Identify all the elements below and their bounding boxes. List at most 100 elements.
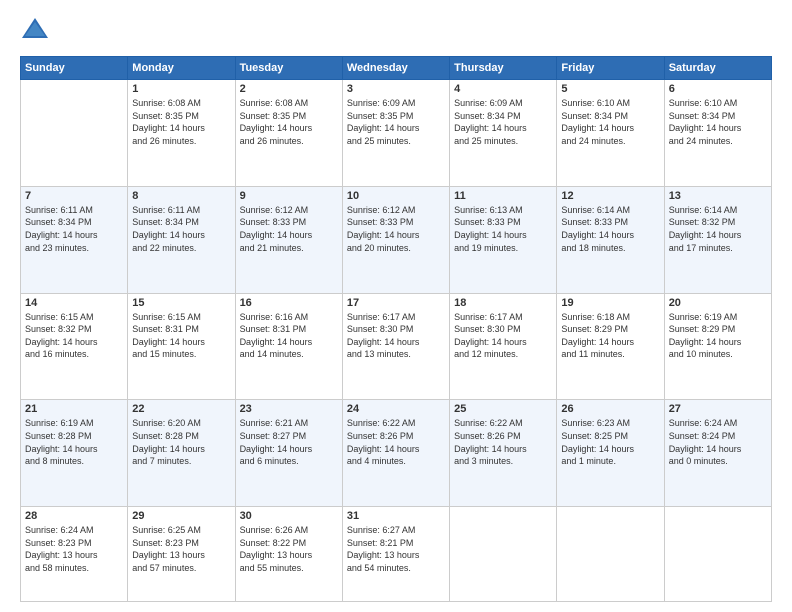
calendar-cell: 4Sunrise: 6:09 AMSunset: 8:34 PMDaylight… (450, 80, 557, 187)
calendar-cell: 28 Sunrise: 6:24 AMSunset: 8:23 PMDayligh… (21, 507, 128, 602)
cell-info-line: Daylight: 14 hours (454, 230, 527, 240)
cell-info-line: and 14 minutes. (240, 349, 304, 359)
cell-info-line: and 18 minutes. (561, 243, 625, 253)
cell-info-line: and 4 minutes. (347, 456, 406, 466)
day-number: 15 (132, 297, 230, 309)
calendar-cell: 22Sunrise: 6:20 AMSunset: 8:28 PMDayligh… (128, 400, 235, 507)
calendar-cell: 16Sunrise: 6:16 AMSunset: 8:31 PMDayligh… (235, 293, 342, 400)
cell-info-line: Sunset: 8:31 PM (240, 324, 307, 334)
cell-info-line: Sunset: 8:34 PM (561, 111, 628, 121)
day-number: 9 (240, 190, 338, 202)
calendar-week-row: 21Sunrise: 6:19 AMSunset: 8:28 PMDayligh… (21, 400, 772, 507)
day-number: 10 (347, 190, 445, 202)
calendar-cell: 1Sunrise: 6:08 AMSunset: 8:35 PMDaylight… (128, 80, 235, 187)
day-number: 11 (454, 190, 552, 202)
cell-info-line: Sunrise: 6:18 AM (561, 312, 630, 322)
cell-info-line: Sunset: 8:33 PM (561, 217, 628, 227)
cell-info-line: Daylight: 14 hours (454, 337, 527, 347)
calendar-cell (450, 507, 557, 602)
cell-info-line: Sunrise: 6:11 AM (25, 205, 93, 215)
day-number: 14 (25, 297, 123, 309)
calendar-cell: 31Sunrise: 6:27 AMSunset: 8:21 PMDayligh… (342, 507, 449, 602)
cell-info-line: and 26 minutes. (132, 136, 196, 146)
cell-info-line: Sunrise: 6:17 AM (454, 312, 523, 322)
cell-info-line: Daylight: 13 hours (132, 550, 205, 560)
cell-info-line: Daylight: 13 hours (347, 550, 420, 560)
cell-info-line: Daylight: 14 hours (240, 444, 313, 454)
calendar-cell: 5Sunrise: 6:10 AMSunset: 8:34 PMDaylight… (557, 80, 664, 187)
cell-info-line: Sunrise: 6:09 AM (347, 98, 416, 108)
calendar-cell: 9Sunrise: 6:12 AMSunset: 8:33 PMDaylight… (235, 186, 342, 293)
cell-info-line: Sunset: 8:32 PM (25, 324, 92, 334)
cell-info-line: Sunset: 8:33 PM (240, 217, 307, 227)
cell-info-line: and 23 minutes. (25, 243, 89, 253)
cell-info: Sunrise: 6:18 AMSunset: 8:29 PMDaylight:… (561, 311, 659, 361)
calendar-week-row: 7Sunrise: 6:11 AMSunset: 8:34 PMDaylight… (21, 186, 772, 293)
cell-info-line: and 25 minutes. (454, 136, 518, 146)
calendar-cell: 12Sunrise: 6:14 AMSunset: 8:33 PMDayligh… (557, 186, 664, 293)
cell-info-line: Sunset: 8:26 PM (347, 431, 414, 441)
calendar-cell: 25Sunrise: 6:22 AMSunset: 8:26 PMDayligh… (450, 400, 557, 507)
calendar-cell: 26Sunrise: 6:23 AMSunset: 8:25 PMDayligh… (557, 400, 664, 507)
day-number: 5 (561, 83, 659, 95)
cell-info-line: Sunrise: 6:10 AM (669, 98, 738, 108)
cell-info-line: and 17 minutes. (669, 243, 733, 253)
day-number: 17 (347, 297, 445, 309)
cell-info-line: Daylight: 14 hours (561, 444, 634, 454)
cell-info-line: and 7 minutes. (132, 456, 191, 466)
cell-info: Sunrise: 6:24 AMSunset: 8:23 PMDaylight:… (25, 524, 123, 574)
cell-info-line: Daylight: 14 hours (132, 337, 205, 347)
cell-info-line: Sunrise: 6:21 AM (240, 418, 309, 428)
cell-info-line: and 55 minutes. (240, 563, 304, 573)
calendar-cell (664, 507, 771, 602)
cell-info-line: Daylight: 14 hours (240, 230, 313, 240)
day-number: 6 (669, 83, 767, 95)
cell-info-line: Sunset: 8:33 PM (454, 217, 521, 227)
cell-info: Sunrise: 6:09 AMSunset: 8:35 PMDaylight:… (347, 97, 445, 147)
cell-info-line: Daylight: 14 hours (561, 337, 634, 347)
cell-info-line: Sunset: 8:34 PM (132, 217, 199, 227)
cell-info: Sunrise: 6:26 AMSunset: 8:22 PMDaylight:… (240, 524, 338, 574)
day-number: 8 (132, 190, 230, 202)
cell-info: Sunrise: 6:19 AMSunset: 8:28 PMDaylight:… (25, 417, 123, 467)
cell-info-line: and 54 minutes. (347, 563, 411, 573)
day-number: 28 (25, 510, 123, 522)
cell-info: Sunrise: 6:14 AMSunset: 8:32 PMDaylight:… (669, 204, 767, 254)
cell-info-line: Sunrise: 6:19 AM (25, 418, 94, 428)
cell-info-line: Sunrise: 6:09 AM (454, 98, 523, 108)
cell-info-line: Daylight: 14 hours (132, 230, 205, 240)
cell-info-line: Sunset: 8:30 PM (454, 324, 521, 334)
cell-info-line: Daylight: 13 hours (240, 550, 313, 560)
calendar-cell: 23Sunrise: 6:21 AMSunset: 8:27 PMDayligh… (235, 400, 342, 507)
page: SundayMondayTuesdayWednesdayThursdayFrid… (0, 0, 792, 612)
day-number: 1 (132, 83, 230, 95)
cell-info-line: and 6 minutes. (240, 456, 299, 466)
calendar-week-row: 14 Sunrise: 6:15 AMSunset: 8:32 PMDayligh… (21, 293, 772, 400)
cell-info: Sunrise: 6:15 AMSunset: 8:32 PMDaylight:… (25, 311, 123, 361)
calendar-cell: 27Sunrise: 6:24 AMSunset: 8:24 PMDayligh… (664, 400, 771, 507)
cell-info-line: Sunrise: 6:13 AM (454, 205, 523, 215)
calendar-cell: 6Sunrise: 6:10 AMSunset: 8:34 PMDaylight… (664, 80, 771, 187)
cell-info-line: Sunrise: 6:11 AM (132, 205, 200, 215)
calendar-table: SundayMondayTuesdayWednesdayThursdayFrid… (20, 56, 772, 602)
day-number: 19 (561, 297, 659, 309)
cell-info-line: and 1 minute. (561, 456, 616, 466)
day-number: 30 (240, 510, 338, 522)
day-number: 23 (240, 403, 338, 415)
cell-info-line: Sunrise: 6:17 AM (347, 312, 416, 322)
day-number: 21 (25, 403, 123, 415)
calendar-cell: 13Sunrise: 6:14 AMSunset: 8:32 PMDayligh… (664, 186, 771, 293)
cell-info-line: Sunset: 8:28 PM (132, 431, 199, 441)
calendar-cell: 14 Sunrise: 6:15 AMSunset: 8:32 PMDayligh… (21, 293, 128, 400)
cell-info: Sunrise: 6:14 AMSunset: 8:33 PMDaylight:… (561, 204, 659, 254)
cell-info-line: Sunrise: 6:23 AM (561, 418, 630, 428)
calendar-cell: 30 Sunrise: 6:26 AMSunset: 8:22 PMDayligh… (235, 507, 342, 602)
cell-info-line: Sunrise: 6:24 AM (25, 525, 94, 535)
cell-info-line: Sunrise: 6:16 AM (240, 312, 309, 322)
calendar-cell: 8 Sunrise: 6:11 AM Sunset: 8:34 PM Daylight… (128, 186, 235, 293)
cell-info-line: Sunrise: 6:14 AM (669, 205, 738, 215)
cell-info-line: and 58 minutes. (25, 563, 89, 573)
cell-info-line: Sunset: 8:23 PM (132, 538, 199, 548)
cell-info-line: Sunrise: 6:22 AM (347, 418, 416, 428)
cell-info: Sunrise: 6:22 AMSunset: 8:26 PMDaylight:… (454, 417, 552, 467)
